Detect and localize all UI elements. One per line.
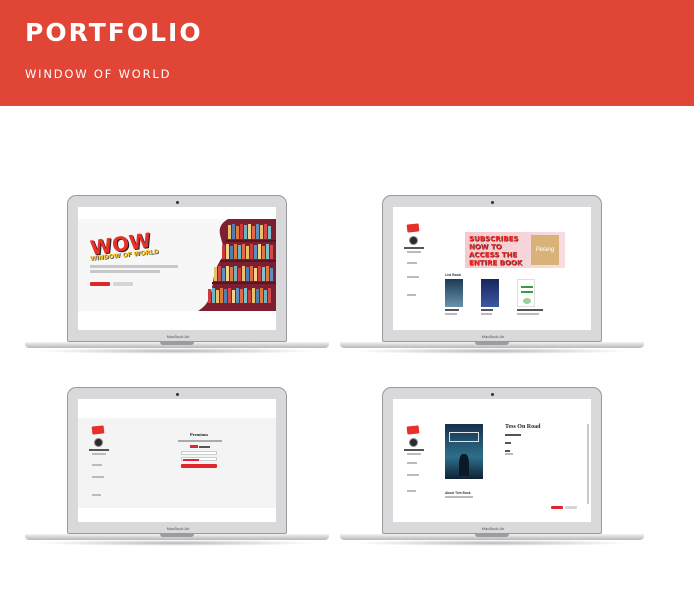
laptop-lid: WOW WINDOW OF WORLD MacBook Air [67, 195, 287, 342]
laptop-mockup-library: SUBSCRIBES NOW TO ACCESS THE ENTIRE BOOK… [340, 195, 644, 357]
avatar [409, 438, 418, 447]
sidebar-item-logout[interactable] [407, 294, 427, 296]
list-book-title: List Book [445, 273, 461, 277]
logo-icon [91, 425, 105, 435]
laptop-mockup-subscription: Premium MacBook Air [25, 387, 329, 549]
book-cover[interactable] [517, 279, 535, 307]
book-cover[interactable] [481, 279, 499, 307]
wow-mini-logo [190, 445, 210, 448]
book-title-line [445, 309, 475, 311]
about-book-title: About This Book [445, 491, 471, 495]
sidebar [393, 216, 435, 316]
laptop-mockup-detail: Tess On Road About This Book MacBook Air [340, 387, 644, 549]
sidebar-item-profile[interactable] [407, 462, 427, 464]
detail-page: Tess On Road About This Book [393, 418, 591, 514]
book-title-line [481, 309, 511, 311]
sidebar-item-subscribe[interactable] [407, 474, 427, 476]
camera-dot [176, 393, 179, 396]
landing-blurb [90, 265, 180, 273]
banner-text: SUBSCRIBES NOW TO ACCESS THE ENTIRE BOOK [469, 235, 523, 267]
sidebar-item-profile[interactable] [407, 262, 427, 264]
laptop-lid: Tess On Road About This Book MacBook Air [382, 387, 602, 534]
sidebar-item-subscribe[interactable] [407, 276, 427, 278]
user-role-line [82, 453, 116, 455]
pages-label [505, 442, 511, 444]
attach-proof-field[interactable] [181, 457, 217, 461]
library-page: SUBSCRIBES NOW TO ACCESS THE ENTIRE BOOK… [393, 216, 591, 316]
user-name-line [82, 449, 116, 451]
send-button[interactable] [181, 464, 217, 468]
sidebar-item-profile[interactable] [92, 464, 112, 466]
camera-dot [491, 201, 494, 204]
portfolio-header: PORTFOLIO WINDOW OF WORLD [0, 0, 694, 106]
publication-label [505, 434, 521, 436]
sidebar-item-logout[interactable] [407, 490, 427, 492]
book-author-line [481, 313, 511, 315]
book-title-line [517, 309, 547, 311]
laptop-shadow [35, 540, 319, 546]
banner-book-image: Pelang [531, 235, 559, 265]
premium-title: Premium [190, 432, 208, 437]
avatar [94, 438, 103, 447]
read-book-button[interactable] [565, 506, 577, 509]
add-library-button[interactable] [551, 506, 563, 509]
camera-dot [491, 393, 494, 396]
logo-icon [406, 425, 420, 435]
laptop-screen: SUBSCRIBES NOW TO ACCESS THE ENTIRE BOOK… [393, 207, 591, 330]
account-number-field[interactable] [181, 451, 217, 455]
user-name-line [397, 449, 431, 451]
about-book-text [445, 496, 485, 498]
laptop-screen: Premium [78, 399, 276, 522]
page-subtitle: WINDOW OF WORLD [25, 67, 172, 81]
scrollbar[interactable] [587, 424, 589, 504]
sidebar-item-subscribe[interactable] [92, 476, 112, 478]
laptop-shadow [35, 348, 319, 354]
laptop-mockup-landing: WOW WINDOW OF WORLD MacBook Air [25, 195, 329, 357]
book-author-line [445, 313, 475, 315]
bookshelf-illustration [198, 219, 276, 311]
book-author-line [517, 313, 547, 315]
laptop-brand-label: MacBook Air [166, 526, 190, 531]
book-cover[interactable] [445, 279, 463, 307]
isbn-value [505, 453, 513, 455]
laptop-lid: SUBSCRIBES NOW TO ACCESS THE ENTIRE BOOK… [382, 195, 602, 342]
sign-up-button[interactable] [90, 282, 110, 286]
landing-page: WOW WINDOW OF WORLD [78, 219, 276, 311]
avatar [409, 236, 418, 245]
isbn-label [505, 450, 510, 452]
user-name-line [397, 247, 431, 249]
sidebar [393, 418, 435, 514]
sidebar-item-logout[interactable] [92, 494, 112, 496]
logo-icon [406, 223, 420, 233]
laptop-brand-label: MacBook Air [166, 334, 190, 339]
laptop-lid: Premium MacBook Air [67, 387, 287, 534]
camera-dot [176, 201, 179, 204]
user-role-line [397, 251, 431, 253]
laptop-brand-label: MacBook Air [481, 526, 505, 531]
premium-description [178, 440, 238, 442]
subscribe-banner[interactable]: SUBSCRIBES NOW TO ACCESS THE ENTIRE BOOK… [465, 232, 565, 268]
subscription-page: Premium [78, 418, 276, 508]
user-role-line [397, 453, 431, 455]
sidebar [78, 418, 120, 508]
page-title: PORTFOLIO [25, 18, 203, 47]
sign-in-button[interactable] [113, 282, 133, 286]
laptop-screen: Tess On Road About This Book [393, 399, 591, 522]
laptop-shadow [350, 348, 634, 354]
book-cover-large [445, 424, 483, 479]
laptop-brand-label: MacBook Air [481, 334, 505, 339]
laptop-screen: WOW WINDOW OF WORLD [78, 207, 276, 330]
book-detail-title: Tess On Road [505, 424, 541, 430]
laptop-shadow [350, 540, 634, 546]
